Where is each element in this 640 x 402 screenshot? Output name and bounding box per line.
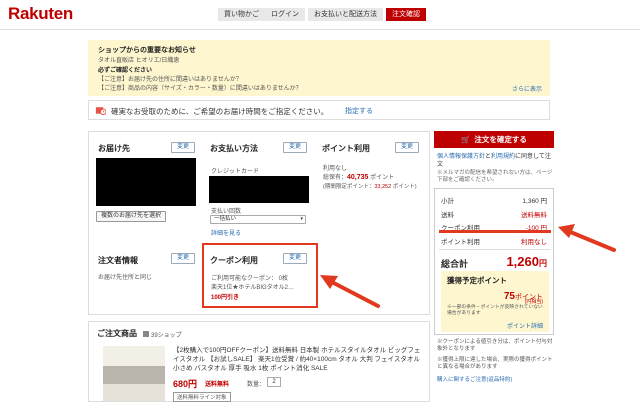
address-redacted (96, 158, 196, 206)
payment-change-button[interactable]: 変更 (283, 142, 307, 153)
payment-method: クレジットカード (211, 169, 260, 175)
notice-shop: タオル直販店 ヒオリエ/日織恵 (98, 58, 180, 64)
shop-notice: ショップからの重要なお知らせ タオル直販店 ヒオリエ/日織恵 必ずご確認ください… (88, 40, 550, 96)
points-held-unit: ポイント (370, 175, 395, 181)
coupon-underline-mark (439, 230, 551, 233)
confirm-order-label: 注文を確定する (474, 135, 527, 144)
total-label: 総合計 (441, 259, 469, 269)
shipping-value: 送料無料 (521, 212, 547, 219)
address-change-button[interactable]: 変更 (171, 142, 195, 153)
delivery-time-message: 確実なお受取のために、ご希望のお届け時間をご指定ください。 (111, 107, 329, 116)
coupon-title: クーポン利用 (210, 256, 258, 265)
notice-line-1: 【ご注意】お届け先の住所に間違いはありませんか？ (98, 77, 242, 83)
free-shipping-tag: 送料無料ライン対象 (173, 392, 231, 402)
points-usage-label: ポイント利用 (441, 239, 480, 246)
points-change-button[interactable]: 変更 (395, 142, 419, 153)
delivery-time-bar: 確実なお受取のために、ご希望のお届け時間をご指定ください。 指定する (88, 100, 550, 120)
crumb-cart[interactable]: 買い物かご (218, 8, 265, 21)
ordered-items-panel: ご注文商品 39ショップ 【2枚購入で100円OFFクーポン】送料無料 日本製 … (88, 321, 430, 402)
points-usage: 利用なし (323, 166, 348, 172)
rakuten-logo[interactable]: Rakuten (8, 4, 73, 24)
crumb-payment-shipping[interactable]: お支払いと配送方法 (308, 8, 383, 21)
subtotal-label: 小計 (441, 198, 454, 205)
points-usage-value: 利用なし (521, 239, 547, 246)
notice-title: ショップからの重要なお知らせ (98, 47, 196, 54)
earn-points-title: 獲得予定ポイント (447, 276, 507, 285)
items-shop-count: 39ショップ (143, 330, 182, 339)
items-title: ご注文商品 (97, 329, 137, 338)
orderer-change-button[interactable]: 変更 (171, 253, 195, 264)
notice-check-heading: 必ずご確認ください (98, 68, 153, 74)
total-amount: 1,260 (506, 254, 539, 269)
product-qty-label: 数量： (247, 382, 266, 388)
towel-stack-mid (103, 366, 165, 384)
address-title: お届け先 (98, 144, 130, 153)
crumb-confirm: 注文確認 (386, 8, 426, 21)
annotation-arrow-summary (558, 224, 616, 252)
points-limited-unit: ポイント) (392, 184, 417, 190)
shop-icon (143, 331, 149, 337)
notice-more-link[interactable]: さらに表示 (512, 84, 542, 93)
towel-stack-bottom (103, 384, 165, 401)
product-shipping: 送料無料 (205, 382, 230, 388)
subtotal-value: 1,360 円 (522, 198, 547, 205)
select-chevron-icon: ▾ (300, 216, 303, 222)
coupon-available: ご利用可能なクーポン： 0枚 (211, 276, 289, 282)
product-price: 680円 (173, 379, 198, 389)
installments-value: 一括払い (214, 216, 237, 222)
earn-points-box: 獲得予定ポイント 75ポイント (円相当) ※一部の条件・ポイントが反映されてい… (441, 271, 549, 332)
points-limited-value: 33,252 (374, 184, 392, 190)
product-image[interactable] (103, 346, 165, 401)
product-description[interactable]: 【2枚購入で100円OFFクーポン】送料無料 日本製 ホテルスタイルタオル ビッ… (173, 346, 425, 373)
points-details-link[interactable]: ポイント詳細 (507, 321, 543, 330)
delivery-time-link[interactable]: 指定する (345, 106, 373, 116)
confirm-order-button[interactable]: 🛒 注文を確定する (434, 131, 554, 148)
coupon-name: 楽天1位★ホテルBIGタオル2… (211, 285, 295, 291)
points-held-label: 総保有： (323, 175, 348, 181)
points-limited: (期間限定ポイント：33,252 ポイント) (323, 182, 417, 190)
annotation-arrow-coupon (320, 275, 380, 308)
order-summary-sidebar: 🛒 注文を確定する 個人情報保護方針と利用規約に同意して注文 ※メルマガの配信を希… (434, 131, 554, 391)
footnote-coupon: ※クーポンによる値引き分は、ポイント付与対象外となります (437, 339, 553, 352)
shipping-label: 送料 (441, 212, 454, 219)
points-limited-label: (期間限定ポイント： (323, 184, 375, 190)
items-shop: 39ショップ (151, 333, 182, 339)
points-held-value: 40,735 (347, 174, 369, 181)
coupon-change-button[interactable]: 変更 (283, 253, 307, 264)
orderer-value: お届け先住所と同じ (98, 275, 153, 281)
cart-icon: 🛒 (461, 135, 471, 144)
earn-points-note: ※一部の条件・ポイントが反映されていない場合があります (447, 305, 543, 316)
footnote-cap: ※獲得上限に達した場合、実際の獲得ポイントと異なる場合があります (437, 357, 553, 370)
total-value: 1,260円 (506, 253, 547, 271)
return-policy-link[interactable]: 購入に関するご注意(返品特約) (437, 375, 512, 383)
privacy-policy-link[interactable]: 個人情報保護方針 (437, 154, 485, 160)
multiple-addresses-button[interactable]: 複数のお届け先を選択 (96, 211, 167, 222)
header-divider (0, 29, 640, 30)
newsletter-note: ※メルマガの配信を希望されない方は、ページ下部をご確認ください。 (437, 170, 553, 183)
points-held: 総保有：40,735 ポイント (323, 172, 394, 181)
notice-line-2: 【ご注意】商品の内容（サイズ・カラー・数量）に間違いはありませんか？ (98, 86, 302, 92)
crumb-login[interactable]: ログイン (265, 8, 305, 21)
earn-points-yen: (円相当) (524, 299, 543, 305)
order-summary-box: 小計 1,360 円 送料 送料無料 クーポン利用 -100 円 ポイント利用 … (434, 188, 554, 335)
card-redacted (209, 176, 309, 203)
terms-link[interactable]: 利用規約 (491, 154, 515, 160)
earn-points-value: 75 (503, 291, 515, 302)
points-title: ポイント利用 (322, 144, 370, 153)
installments-select[interactable]: 一括払い ▾ (210, 215, 306, 224)
agreement-text: 個人情報保護方針と利用規約に同意して注文 (437, 153, 553, 169)
towel-stack-top (103, 346, 165, 366)
coupon-discount: 100円引き (211, 295, 240, 301)
delivery-box-icon (95, 107, 106, 116)
total-unit: 円 (539, 259, 547, 268)
installments-label: 支払い回数 (211, 209, 242, 215)
summary-divider (439, 249, 551, 250)
payment-title: お支払い方法 (210, 144, 258, 153)
product-qty-select[interactable]: 2 (267, 377, 281, 387)
payment-details-link[interactable]: 詳細を見る (211, 228, 241, 237)
orderer-title: 注文者情報 (98, 256, 138, 265)
